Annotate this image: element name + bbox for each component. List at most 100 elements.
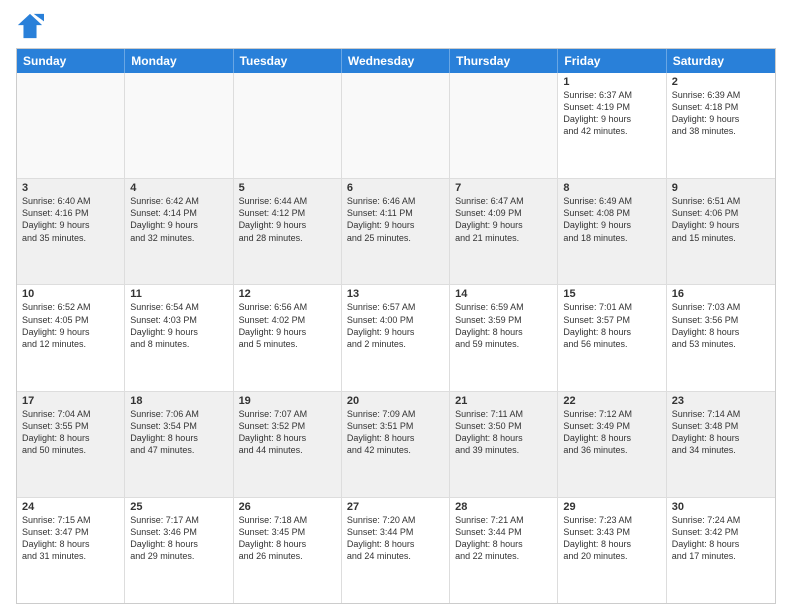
- weekday-header: Saturday: [667, 49, 775, 73]
- day-info: Sunrise: 7:06 AM Sunset: 3:54 PM Dayligh…: [130, 408, 227, 457]
- day-number: 10: [22, 288, 119, 300]
- weekday-header: Tuesday: [234, 49, 342, 73]
- day-number: 4: [130, 182, 227, 194]
- day-number: 25: [130, 501, 227, 513]
- day-info: Sunrise: 7:09 AM Sunset: 3:51 PM Dayligh…: [347, 408, 444, 457]
- calendar-cell: 1Sunrise: 6:37 AM Sunset: 4:19 PM Daylig…: [558, 73, 666, 178]
- day-number: 6: [347, 182, 444, 194]
- calendar-cell: 15Sunrise: 7:01 AM Sunset: 3:57 PM Dayli…: [558, 285, 666, 390]
- calendar-cell: [125, 73, 233, 178]
- calendar-cell: 24Sunrise: 7:15 AM Sunset: 3:47 PM Dayli…: [17, 498, 125, 603]
- calendar-cell: 14Sunrise: 6:59 AM Sunset: 3:59 PM Dayli…: [450, 285, 558, 390]
- day-info: Sunrise: 7:20 AM Sunset: 3:44 PM Dayligh…: [347, 514, 444, 563]
- day-number: 5: [239, 182, 336, 194]
- calendar-cell: 19Sunrise: 7:07 AM Sunset: 3:52 PM Dayli…: [234, 392, 342, 497]
- day-number: 9: [672, 182, 770, 194]
- day-number: 12: [239, 288, 336, 300]
- calendar-cell: 11Sunrise: 6:54 AM Sunset: 4:03 PM Dayli…: [125, 285, 233, 390]
- calendar-cell: 3Sunrise: 6:40 AM Sunset: 4:16 PM Daylig…: [17, 179, 125, 284]
- day-number: 29: [563, 501, 660, 513]
- calendar-cell: 26Sunrise: 7:18 AM Sunset: 3:45 PM Dayli…: [234, 498, 342, 603]
- day-info: Sunrise: 7:17 AM Sunset: 3:46 PM Dayligh…: [130, 514, 227, 563]
- day-info: Sunrise: 6:37 AM Sunset: 4:19 PM Dayligh…: [563, 89, 660, 138]
- calendar-cell: 7Sunrise: 6:47 AM Sunset: 4:09 PM Daylig…: [450, 179, 558, 284]
- calendar-row: 10Sunrise: 6:52 AM Sunset: 4:05 PM Dayli…: [17, 285, 775, 391]
- day-number: 3: [22, 182, 119, 194]
- calendar-cell: 9Sunrise: 6:51 AM Sunset: 4:06 PM Daylig…: [667, 179, 775, 284]
- weekday-header: Wednesday: [342, 49, 450, 73]
- day-number: 14: [455, 288, 552, 300]
- weekday-header: Friday: [558, 49, 666, 73]
- logo: [16, 12, 48, 40]
- calendar-cell: 27Sunrise: 7:20 AM Sunset: 3:44 PM Dayli…: [342, 498, 450, 603]
- calendar-cell: 22Sunrise: 7:12 AM Sunset: 3:49 PM Dayli…: [558, 392, 666, 497]
- day-number: 22: [563, 395, 660, 407]
- calendar-cell: 30Sunrise: 7:24 AM Sunset: 3:42 PM Dayli…: [667, 498, 775, 603]
- calendar-row: 17Sunrise: 7:04 AM Sunset: 3:55 PM Dayli…: [17, 392, 775, 498]
- day-info: Sunrise: 7:01 AM Sunset: 3:57 PM Dayligh…: [563, 301, 660, 350]
- day-number: 11: [130, 288, 227, 300]
- weekday-header: Sunday: [17, 49, 125, 73]
- day-number: 20: [347, 395, 444, 407]
- page-header: [16, 12, 776, 40]
- day-info: Sunrise: 6:51 AM Sunset: 4:06 PM Dayligh…: [672, 195, 770, 244]
- day-info: Sunrise: 7:11 AM Sunset: 3:50 PM Dayligh…: [455, 408, 552, 457]
- day-number: 30: [672, 501, 770, 513]
- calendar-cell: 2Sunrise: 6:39 AM Sunset: 4:18 PM Daylig…: [667, 73, 775, 178]
- day-number: 21: [455, 395, 552, 407]
- day-info: Sunrise: 6:54 AM Sunset: 4:03 PM Dayligh…: [130, 301, 227, 350]
- calendar-body: 1Sunrise: 6:37 AM Sunset: 4:19 PM Daylig…: [17, 73, 775, 603]
- day-number: 28: [455, 501, 552, 513]
- calendar-cell: 29Sunrise: 7:23 AM Sunset: 3:43 PM Dayli…: [558, 498, 666, 603]
- day-number: 2: [672, 76, 770, 88]
- day-number: 7: [455, 182, 552, 194]
- calendar-cell: [17, 73, 125, 178]
- day-info: Sunrise: 6:39 AM Sunset: 4:18 PM Dayligh…: [672, 89, 770, 138]
- day-number: 18: [130, 395, 227, 407]
- day-number: 24: [22, 501, 119, 513]
- day-number: 27: [347, 501, 444, 513]
- day-number: 15: [563, 288, 660, 300]
- day-info: Sunrise: 7:04 AM Sunset: 3:55 PM Dayligh…: [22, 408, 119, 457]
- calendar-cell: [342, 73, 450, 178]
- logo-icon: [16, 12, 44, 40]
- weekday-header: Monday: [125, 49, 233, 73]
- day-number: 19: [239, 395, 336, 407]
- day-number: 13: [347, 288, 444, 300]
- day-info: Sunrise: 6:46 AM Sunset: 4:11 PM Dayligh…: [347, 195, 444, 244]
- day-info: Sunrise: 6:47 AM Sunset: 4:09 PM Dayligh…: [455, 195, 552, 244]
- calendar-cell: 6Sunrise: 6:46 AM Sunset: 4:11 PM Daylig…: [342, 179, 450, 284]
- weekday-header: Thursday: [450, 49, 558, 73]
- calendar-cell: 23Sunrise: 7:14 AM Sunset: 3:48 PM Dayli…: [667, 392, 775, 497]
- day-info: Sunrise: 6:56 AM Sunset: 4:02 PM Dayligh…: [239, 301, 336, 350]
- day-info: Sunrise: 7:15 AM Sunset: 3:47 PM Dayligh…: [22, 514, 119, 563]
- calendar-cell: 20Sunrise: 7:09 AM Sunset: 3:51 PM Dayli…: [342, 392, 450, 497]
- day-info: Sunrise: 6:57 AM Sunset: 4:00 PM Dayligh…: [347, 301, 444, 350]
- calendar-cell: 13Sunrise: 6:57 AM Sunset: 4:00 PM Dayli…: [342, 285, 450, 390]
- calendar-cell: 10Sunrise: 6:52 AM Sunset: 4:05 PM Dayli…: [17, 285, 125, 390]
- calendar-cell: 5Sunrise: 6:44 AM Sunset: 4:12 PM Daylig…: [234, 179, 342, 284]
- calendar-cell: 16Sunrise: 7:03 AM Sunset: 3:56 PM Dayli…: [667, 285, 775, 390]
- day-info: Sunrise: 7:21 AM Sunset: 3:44 PM Dayligh…: [455, 514, 552, 563]
- day-info: Sunrise: 6:52 AM Sunset: 4:05 PM Dayligh…: [22, 301, 119, 350]
- calendar-row: 1Sunrise: 6:37 AM Sunset: 4:19 PM Daylig…: [17, 73, 775, 179]
- day-info: Sunrise: 6:40 AM Sunset: 4:16 PM Dayligh…: [22, 195, 119, 244]
- day-info: Sunrise: 6:59 AM Sunset: 3:59 PM Dayligh…: [455, 301, 552, 350]
- day-number: 26: [239, 501, 336, 513]
- day-number: 8: [563, 182, 660, 194]
- day-info: Sunrise: 7:23 AM Sunset: 3:43 PM Dayligh…: [563, 514, 660, 563]
- calendar-cell: [234, 73, 342, 178]
- calendar-header: SundayMondayTuesdayWednesdayThursdayFrid…: [17, 49, 775, 73]
- calendar: SundayMondayTuesdayWednesdayThursdayFrid…: [16, 48, 776, 604]
- day-info: Sunrise: 6:42 AM Sunset: 4:14 PM Dayligh…: [130, 195, 227, 244]
- day-number: 16: [672, 288, 770, 300]
- calendar-row: 24Sunrise: 7:15 AM Sunset: 3:47 PM Dayli…: [17, 498, 775, 603]
- calendar-cell: 8Sunrise: 6:49 AM Sunset: 4:08 PM Daylig…: [558, 179, 666, 284]
- calendar-cell: [450, 73, 558, 178]
- calendar-cell: 18Sunrise: 7:06 AM Sunset: 3:54 PM Dayli…: [125, 392, 233, 497]
- calendar-cell: 28Sunrise: 7:21 AM Sunset: 3:44 PM Dayli…: [450, 498, 558, 603]
- day-info: Sunrise: 7:03 AM Sunset: 3:56 PM Dayligh…: [672, 301, 770, 350]
- day-info: Sunrise: 7:12 AM Sunset: 3:49 PM Dayligh…: [563, 408, 660, 457]
- calendar-cell: 21Sunrise: 7:11 AM Sunset: 3:50 PM Dayli…: [450, 392, 558, 497]
- calendar-row: 3Sunrise: 6:40 AM Sunset: 4:16 PM Daylig…: [17, 179, 775, 285]
